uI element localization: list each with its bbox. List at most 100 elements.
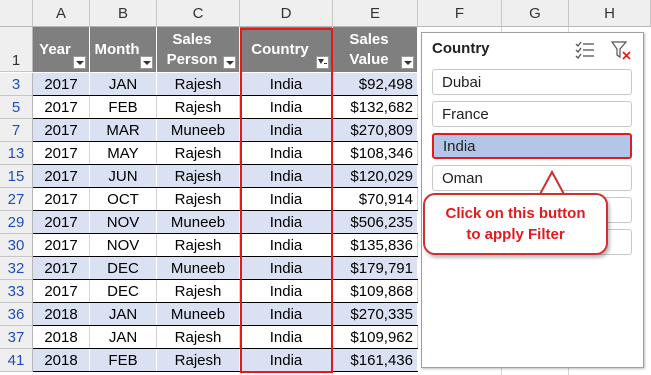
cell-value[interactable]: $92,498 <box>333 73 418 96</box>
cell-month[interactable]: JAN <box>90 73 157 96</box>
cell-month[interactable]: MAY <box>90 142 157 165</box>
row-header-1[interactable]: 1 <box>0 27 33 72</box>
cell-month[interactable]: JAN <box>90 326 157 349</box>
cell-value[interactable]: $109,868 <box>333 280 418 303</box>
cell-year[interactable]: 2017 <box>33 280 90 303</box>
cell-person[interactable]: Muneeb <box>157 119 240 142</box>
row-header[interactable]: 3 <box>0 73 33 96</box>
cell-year[interactable]: 2017 <box>33 119 90 142</box>
cell-country[interactable]: India <box>240 96 333 119</box>
cell-month[interactable]: FEB <box>90 96 157 119</box>
cell-country[interactable]: India <box>240 234 333 257</box>
column-header-e[interactable]: E <box>333 0 418 27</box>
cell-country[interactable]: India <box>240 349 333 372</box>
filter-dropdown-sales-value[interactable] <box>401 56 414 69</box>
cell-person[interactable]: Rajesh <box>157 349 240 372</box>
cell-country[interactable]: India <box>240 326 333 349</box>
cell-country[interactable]: India <box>240 211 333 234</box>
row-header[interactable]: 15 <box>0 165 33 188</box>
cell-value[interactable]: $108,346 <box>333 142 418 165</box>
cell-country[interactable]: India <box>240 303 333 326</box>
row-header[interactable]: 27 <box>0 188 33 211</box>
cell-month[interactable]: NOV <box>90 211 157 234</box>
cell-month[interactable]: OCT <box>90 188 157 211</box>
select-all-corner[interactable] <box>0 0 33 27</box>
row-header[interactable]: 36 <box>0 303 33 326</box>
column-header-a[interactable]: A <box>33 0 90 27</box>
multi-select-icon[interactable] <box>574 39 596 61</box>
cell-value[interactable]: $270,335 <box>333 303 418 326</box>
cell-person[interactable]: Muneeb <box>157 211 240 234</box>
cell-year[interactable]: 2017 <box>33 234 90 257</box>
cell-value[interactable]: $270,809 <box>333 119 418 142</box>
filter-dropdown-year[interactable] <box>73 56 86 69</box>
row-header[interactable]: 7 <box>0 119 33 142</box>
cell-month[interactable]: DEC <box>90 257 157 280</box>
cell-country[interactable]: India <box>240 119 333 142</box>
cell-person[interactable]: Rajesh <box>157 96 240 119</box>
row-header[interactable]: 32 <box>0 257 33 280</box>
column-header-g[interactable]: G <box>502 0 569 27</box>
cell-person[interactable]: Rajesh <box>157 73 240 96</box>
cell-person[interactable]: Muneeb <box>157 303 240 326</box>
cell-person[interactable]: Rajesh <box>157 165 240 188</box>
clear-filter-icon[interactable] <box>610 39 632 61</box>
cell-year[interactable]: 2017 <box>33 142 90 165</box>
cell-country[interactable]: India <box>240 188 333 211</box>
filter-dropdown-sales-person[interactable] <box>223 56 236 69</box>
cell-person[interactable]: Rajesh <box>157 188 240 211</box>
row-header[interactable]: 29 <box>0 211 33 234</box>
callout-line-1: Click on this button <box>445 205 586 222</box>
column-header-h[interactable]: H <box>569 0 651 27</box>
cell-month[interactable]: FEB <box>90 349 157 372</box>
cell-value[interactable]: $506,235 <box>333 211 418 234</box>
row-header[interactable]: 13 <box>0 142 33 165</box>
cell-country[interactable]: India <box>240 280 333 303</box>
cell-person[interactable]: Muneeb <box>157 257 240 280</box>
cell-year[interactable]: 2017 <box>33 211 90 234</box>
slicer-item[interactable]: Oman <box>432 165 632 191</box>
filter-active-icon[interactable] <box>316 56 329 69</box>
cell-person[interactable]: Rajesh <box>157 142 240 165</box>
row-header[interactable]: 5 <box>0 96 33 119</box>
cell-year[interactable]: 2017 <box>33 188 90 211</box>
cell-month[interactable]: JUN <box>90 165 157 188</box>
cell-year[interactable]: 2017 <box>33 96 90 119</box>
cell-year[interactable]: 2017 <box>33 165 90 188</box>
column-header-c[interactable]: C <box>157 0 240 27</box>
cell-year[interactable]: 2018 <box>33 349 90 372</box>
slicer-item[interactable]: India <box>432 133 632 159</box>
cell-country[interactable]: India <box>240 73 333 96</box>
cell-person[interactable]: Rajesh <box>157 234 240 257</box>
cell-month[interactable]: JAN <box>90 303 157 326</box>
cell-value[interactable]: $120,029 <box>333 165 418 188</box>
column-header-f[interactable]: F <box>418 0 502 27</box>
cell-month[interactable]: MAR <box>90 119 157 142</box>
cell-month[interactable]: NOV <box>90 234 157 257</box>
row-header[interactable]: 33 <box>0 280 33 303</box>
cell-person[interactable]: Rajesh <box>157 326 240 349</box>
cell-country[interactable]: India <box>240 257 333 280</box>
cell-year[interactable]: 2018 <box>33 326 90 349</box>
cell-value[interactable]: $135,836 <box>333 234 418 257</box>
filter-dropdown-month[interactable] <box>140 56 153 69</box>
column-header-d[interactable]: D <box>240 0 333 27</box>
cell-year[interactable]: 2017 <box>33 257 90 280</box>
row-header[interactable]: 30 <box>0 234 33 257</box>
cell-year[interactable]: 2017 <box>33 73 90 96</box>
cell-person[interactable]: Rajesh <box>157 280 240 303</box>
cell-year[interactable]: 2018 <box>33 303 90 326</box>
row-header[interactable]: 37 <box>0 326 33 349</box>
cell-country[interactable]: India <box>240 165 333 188</box>
slicer-item[interactable]: France <box>432 101 632 127</box>
cell-value[interactable]: $161,436 <box>333 349 418 372</box>
row-header[interactable]: 41 <box>0 349 33 372</box>
slicer-item[interactable]: Dubai <box>432 69 632 95</box>
cell-value[interactable]: $179,791 <box>333 257 418 280</box>
cell-value[interactable]: $109,962 <box>333 326 418 349</box>
cell-month[interactable]: DEC <box>90 280 157 303</box>
column-header-b[interactable]: B <box>90 0 157 27</box>
cell-value[interactable]: $132,682 <box>333 96 418 119</box>
cell-value[interactable]: $70,914 <box>333 188 418 211</box>
cell-country[interactable]: India <box>240 142 333 165</box>
